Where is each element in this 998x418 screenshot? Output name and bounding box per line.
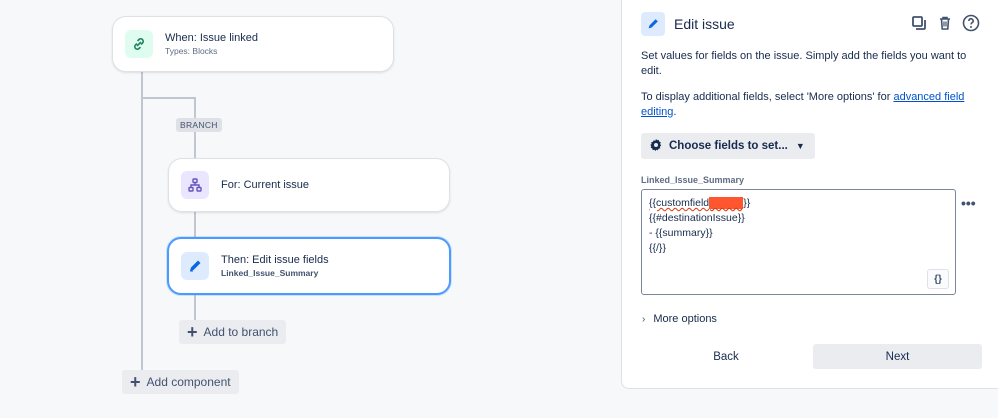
plus-icon: + (187, 322, 198, 342)
add-component-button[interactable]: + Add component (122, 370, 239, 394)
config-panel: Edit issue Set values for fields on the … (621, 0, 998, 389)
field-line-2: {{#destinationIssue}} (649, 212, 745, 224)
chevron-down-icon: ▼ (795, 141, 805, 151)
field-line-1-prefix: {{customfield (649, 197, 710, 209)
rule-canvas: When: Issue linked Types: Blocks BRANCH … (0, 0, 620, 418)
help-icon[interactable] (961, 13, 981, 33)
more-options-label: More options (653, 313, 717, 325)
branch-connector-h (141, 97, 196, 99)
more-options-toggle[interactable]: › More options (642, 313, 717, 325)
action-card[interactable]: Then: Edit issue fields Linked_Issue_Sum… (167, 237, 451, 295)
trigger-title: When: Issue linked (165, 32, 258, 44)
branch-title: For: Current issue (221, 179, 310, 191)
field-line-4: {{/}} (649, 242, 666, 254)
field-label: Linked_Issue_Summary (641, 175, 745, 185)
pencil-icon (641, 12, 665, 36)
link-icon (125, 30, 153, 58)
add-to-branch-label: Add to branch (203, 325, 279, 339)
panel-title: Edit issue (674, 16, 735, 32)
smart-values-button[interactable]: {} (927, 269, 949, 289)
pencil-icon (181, 252, 209, 280)
panel-actions (909, 13, 981, 33)
action-title: Then: Edit issue fields (221, 254, 329, 266)
field-line-1-suffix: }} (743, 197, 751, 209)
add-component-label: Add component (146, 375, 231, 389)
branch-card[interactable]: For: Current issue (168, 158, 450, 212)
choose-fields-label: Choose fields to set... (669, 140, 788, 152)
branch-tag: BRANCH (176, 118, 222, 132)
trigger-card[interactable]: When: Issue linked Types: Blocks (112, 16, 394, 72)
advanced-editing-hint: To display additional fields, select 'Mo… (641, 90, 981, 120)
gear-icon (649, 138, 663, 155)
redacted-text: _xxxxx (709, 197, 744, 209)
field-line-1: {{customfield_xxxxx}} (649, 196, 948, 211)
plus-icon: + (130, 372, 141, 392)
action-subtitle: Linked_Issue_Summary (221, 268, 319, 278)
duplicate-icon[interactable] (909, 13, 929, 33)
field-value-textarea[interactable]: {{customfield_xxxxx}} {{#destinationIssu… (641, 189, 956, 295)
choose-fields-button[interactable]: Choose fields to set... ▼ (641, 133, 815, 159)
panel-description: Set values for fields on the issue. Simp… (641, 50, 967, 77)
hierarchy-icon (181, 171, 209, 199)
trigger-subtitle: Types: Blocks (165, 46, 218, 56)
add-to-branch-button[interactable]: + Add to branch (179, 320, 287, 344)
chevron-right-icon: › (642, 313, 646, 325)
main-connector (141, 72, 143, 372)
hint-suffix: . (673, 106, 677, 118)
field-line-3: - {{summary}} (649, 227, 713, 239)
trash-icon[interactable] (935, 13, 955, 33)
panel-header: Edit issue (641, 12, 735, 36)
back-button[interactable]: Back (641, 345, 811, 369)
more-actions-icon[interactable]: ••• (961, 195, 976, 211)
hint-text: To display additional fields, select 'Mo… (641, 91, 894, 103)
next-button[interactable]: Next (813, 344, 982, 369)
